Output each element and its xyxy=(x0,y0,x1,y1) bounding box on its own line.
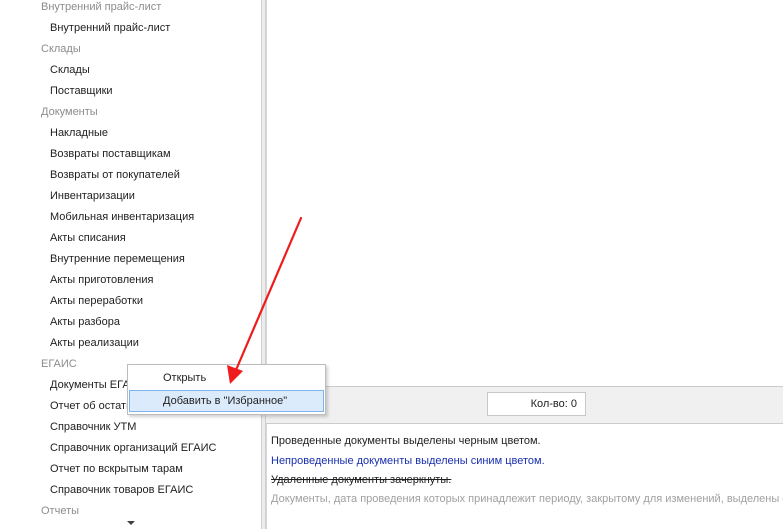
group-warehouses[interactable]: Склады xyxy=(41,41,81,57)
group-reports[interactable]: Отчеты xyxy=(41,503,79,519)
nav-item-invoices[interactable]: Накладные xyxy=(50,125,108,141)
nav-item-utm-directory[interactable]: Справочник УТМ xyxy=(50,419,136,435)
record-count: Кол-во: 0 xyxy=(487,392,586,416)
status-bar: Кол-во: 0 xyxy=(266,386,783,424)
nav-item-cooking-acts[interactable]: Акты приготовления xyxy=(50,272,153,288)
nav-item-suppliers[interactable]: Поставщики xyxy=(50,83,113,99)
nav-item-egais-products[interactable]: Справочник товаров ЕГАИС xyxy=(50,482,193,498)
group-egais[interactable]: ЕГАИС xyxy=(41,356,77,372)
navigation-tree: Внутренний прайс-лист Внутренний прайс-л… xyxy=(0,0,261,529)
legend-deleted: Удаленные документы зачеркнуты. xyxy=(271,474,452,486)
document-list-area xyxy=(266,0,783,386)
nav-item-inventories[interactable]: Инвентаризации xyxy=(50,188,135,204)
menu-item-open[interactable]: Открыть xyxy=(129,367,324,389)
nav-item-warehouses[interactable]: Склады xyxy=(50,62,90,78)
nav-item-internal-pricelist[interactable]: Внутренний прайс-лист xyxy=(50,20,170,36)
nav-item-processing-acts[interactable]: Акты переработки xyxy=(50,293,143,309)
legend-posted: Проведенные документы выделены черным цв… xyxy=(271,435,541,447)
nav-item-egais-organizations[interactable]: Справочник организаций ЕГАИС xyxy=(50,440,216,456)
legend-unposted: Непроведенные документы выделены синим ц… xyxy=(271,455,545,467)
nav-item-opened-containers-report[interactable]: Отчет по вскрытым тарам xyxy=(50,461,183,477)
nav-item-internal-transfers[interactable]: Внутренние перемещения xyxy=(50,251,185,267)
context-menu: Открыть Добавить в "Избранное" xyxy=(127,364,326,415)
nav-item-mobile-inventory[interactable]: Мобильная инвентаризация xyxy=(50,209,194,225)
nav-item-sales-acts[interactable]: Акты реализации xyxy=(50,335,139,351)
nav-item-returns-from-customers[interactable]: Возвраты от покупателей xyxy=(50,167,180,183)
legend-closed-period: Документы, дата проведения которых прина… xyxy=(271,493,783,505)
scroll-down-icon[interactable] xyxy=(127,521,135,525)
nav-item-disassembly-acts[interactable]: Акты разбора xyxy=(50,314,120,330)
legend-panel: Проведенные документы выделены черным цв… xyxy=(266,424,783,529)
group-documents[interactable]: Документы xyxy=(41,104,98,120)
nav-item-returns-to-suppliers[interactable]: Возвраты поставщикам xyxy=(50,146,171,162)
group-internal-pricelist[interactable]: Внутренний прайс-лист xyxy=(41,0,161,15)
nav-item-write-off-acts[interactable]: Акты списания xyxy=(50,230,126,246)
menu-item-add-to-favorites[interactable]: Добавить в "Избранное" xyxy=(129,390,324,412)
